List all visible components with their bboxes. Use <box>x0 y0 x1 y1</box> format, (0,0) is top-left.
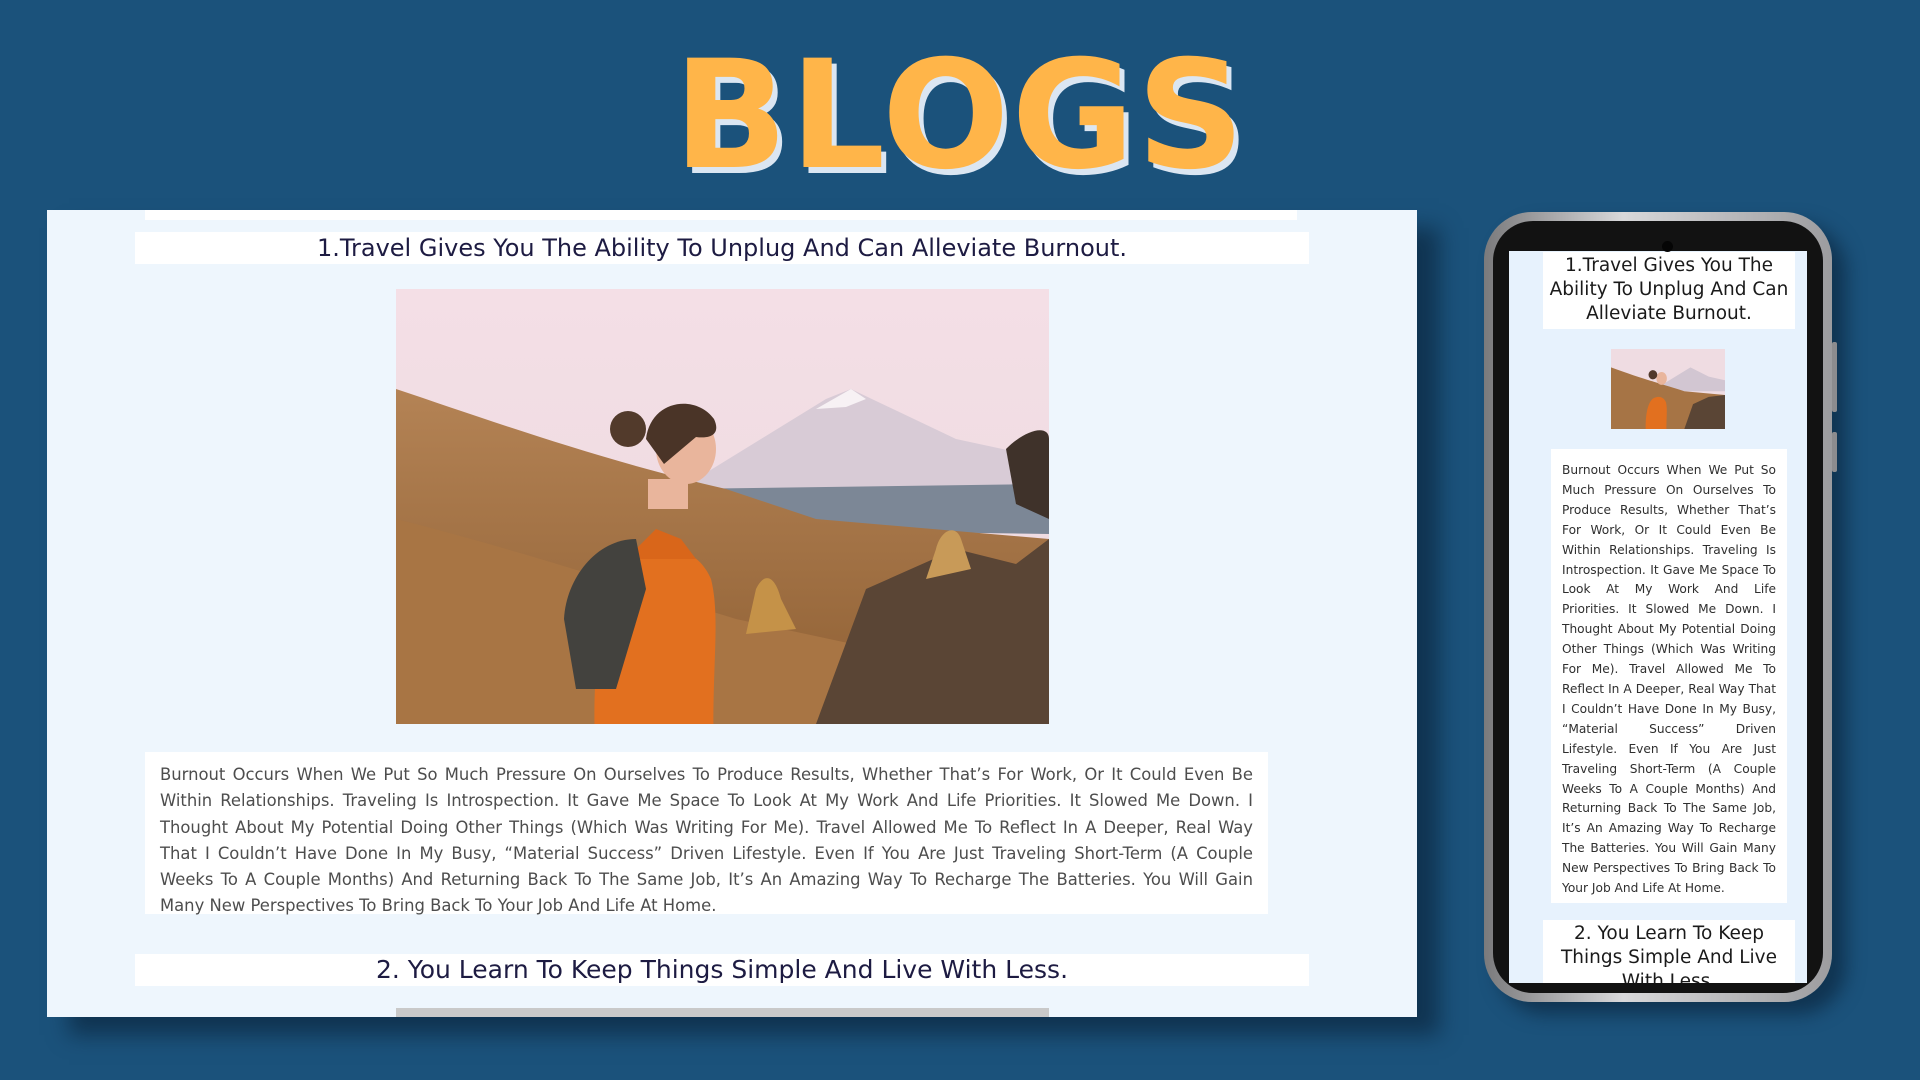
page-title: BLOGS <box>673 29 1247 203</box>
desktop-preview: 1.Travel Gives You The Ability To Unplug… <box>47 210 1417 1017</box>
post-heading[interactable]: 2. You Learn To Keep Things Simple And L… <box>135 954 1309 986</box>
content-card-edge <box>145 210 1297 220</box>
post-image <box>396 1008 1049 1017</box>
camera-icon <box>1662 241 1673 252</box>
power-button <box>1832 432 1837 472</box>
volume-button <box>1832 342 1837 412</box>
post-heading[interactable]: 1.Travel Gives You The Ability To Unplug… <box>1543 252 1795 329</box>
mobile-preview: 1.Travel Gives You The Ability To Unplug… <box>1484 212 1837 1002</box>
blog-showcase: BLOGS 1.Travel Gives You The Ability To … <box>0 0 1920 1080</box>
post-body: Burnout Occurs When We Put So Much Press… <box>1551 449 1787 903</box>
post-heading[interactable]: 2. You Learn To Keep Things Simple And L… <box>1543 920 1795 983</box>
post-image <box>396 289 1049 724</box>
phone-screen: 1.Travel Gives You The Ability To Unplug… <box>1509 251 1807 983</box>
phone-bezel: 1.Travel Gives You The Ability To Unplug… <box>1493 221 1823 993</box>
post-image <box>1611 349 1725 429</box>
post-body: Burnout Occurs When We Put So Much Press… <box>145 752 1268 915</box>
post-heading[interactable]: 1.Travel Gives You The Ability To Unplug… <box>135 232 1309 264</box>
